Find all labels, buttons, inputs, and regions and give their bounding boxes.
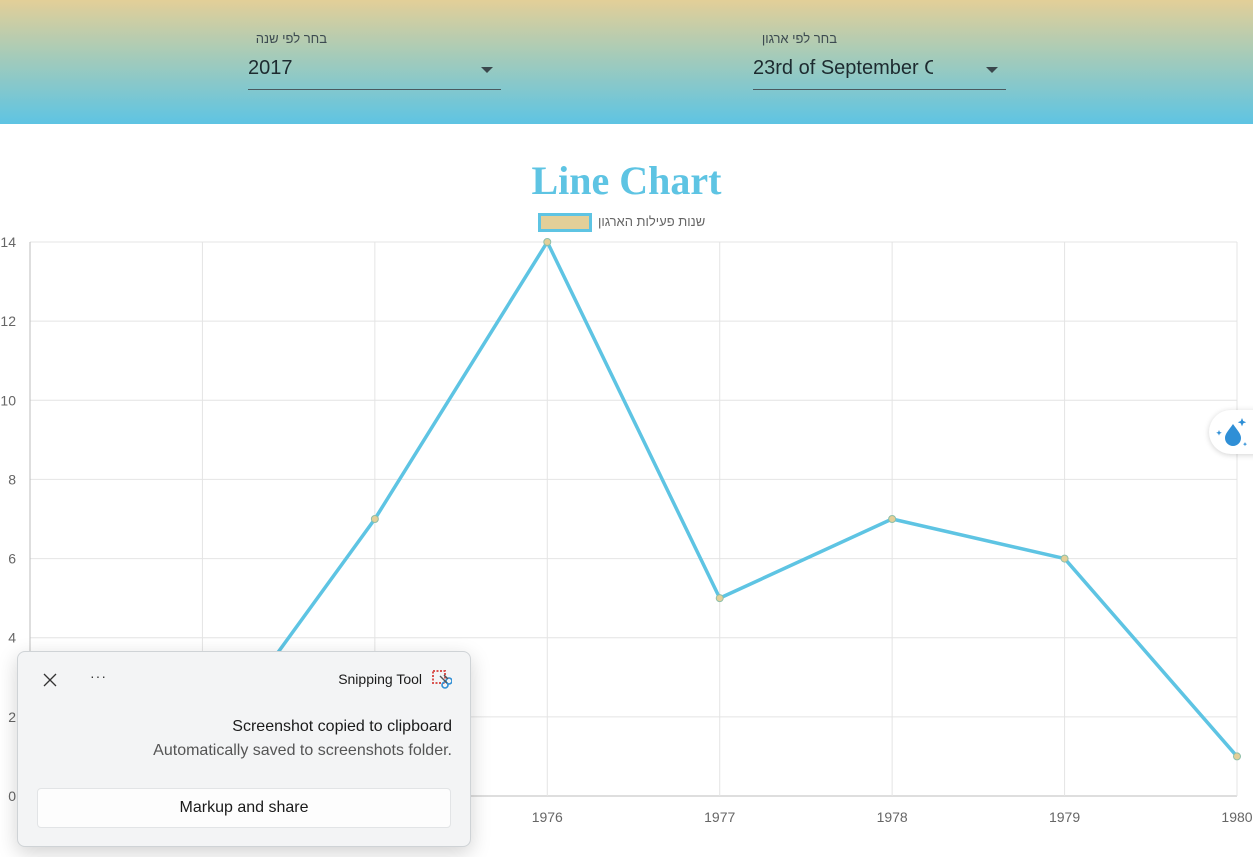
toast-message: Screenshot copied to clipboard — [232, 718, 452, 735]
y-tick-label: 8 — [8, 471, 16, 487]
x-tick-label: 1980 — [1221, 809, 1252, 825]
data-point — [370, 515, 379, 523]
data-point — [1060, 554, 1069, 563]
app-name: Snipping Tool — [338, 671, 422, 687]
data-point — [1233, 752, 1241, 761]
y-tick-label: 6 — [8, 551, 16, 567]
water-drop-sparkle-icon — [1216, 418, 1248, 447]
data-point — [715, 594, 724, 603]
y-tick-label: 0 — [8, 788, 16, 804]
x-tick-label: 1978 — [877, 809, 908, 825]
y-tick-label: 4 — [8, 630, 16, 646]
y-tick-label: 12 — [0, 313, 16, 329]
markup-and-share-button[interactable]: Markup and share — [37, 788, 451, 828]
y-tick-label: 2 — [8, 709, 16, 725]
x-tick-label: 1979 — [1049, 809, 1080, 825]
snipping-tool-icon — [432, 670, 452, 689]
snipping-tool-notification: ··· Snipping Tool Screenshot copied to c… — [17, 651, 471, 847]
side-float-button[interactable] — [1209, 410, 1253, 454]
close-icon[interactable] — [42, 672, 58, 688]
toast-sub-message: Automatically saved to screenshots folde… — [153, 742, 452, 759]
more-options-icon[interactable]: ··· — [90, 668, 107, 684]
y-tick-label: 10 — [0, 392, 16, 408]
x-tick-label: 1977 — [704, 809, 735, 825]
y-tick-label: 14 — [0, 234, 16, 250]
x-tick-label: 1976 — [532, 809, 563, 825]
data-point — [888, 515, 897, 523]
data-point — [543, 238, 552, 246]
